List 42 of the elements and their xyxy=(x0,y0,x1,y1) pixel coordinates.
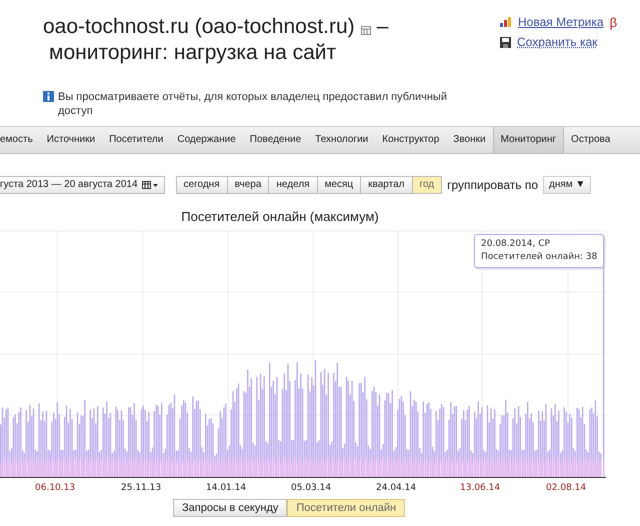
period-button[interactable]: месяц xyxy=(318,176,362,194)
axis-label: 13.06.14 xyxy=(460,483,500,493)
chart-title: Посетителей онлайн (максимум) xyxy=(180,209,380,225)
counter-icon xyxy=(360,26,371,34)
axis-label: 06.10.13 xyxy=(35,483,76,493)
nav-tab[interactable]: Мониторинг xyxy=(492,127,564,153)
header-link[interactable]: Сохранить как xyxy=(517,35,598,49)
nav-tab[interactable]: Звонки xyxy=(446,127,493,153)
period-button[interactable]: вчера xyxy=(228,176,270,194)
calendar-icon xyxy=(142,181,158,189)
metric-button[interactable]: Запросы в секунду xyxy=(173,499,288,517)
period-button[interactable]: неделя xyxy=(269,176,318,194)
nav-tab[interactable]: Технологии xyxy=(308,127,376,153)
nav-tab[interactable]: Острова xyxy=(564,127,618,153)
axis-label: 05.03.14 xyxy=(291,483,332,493)
period-button[interactable]: квартал xyxy=(361,176,413,194)
nav-tab[interactable]: емость xyxy=(0,127,40,153)
nav-tab[interactable]: Посетители xyxy=(102,127,170,153)
axis-label: 24.04.14 xyxy=(376,483,416,493)
group-by-dropdown[interactable]: дням ▼ xyxy=(543,176,592,194)
header-link[interactable]: Новая Метрика xyxy=(518,15,604,29)
axis-label: 25.11.13 xyxy=(121,483,162,493)
nav-tab[interactable]: Содержание xyxy=(170,127,243,153)
axis-label: 02.08.14 xyxy=(546,483,586,493)
group-by-label: группировать по xyxy=(447,178,538,192)
period-button[interactable]: сегодня xyxy=(176,176,228,194)
nav-tab[interactable]: Поведение xyxy=(242,127,308,153)
date-range-button[interactable]: густа 2013 — 20 августа 2014 xyxy=(0,176,165,194)
period-button[interactable]: год xyxy=(412,176,442,194)
axis-label: 14.01.14 xyxy=(206,483,246,493)
nav-tab[interactable]: Источники xyxy=(40,127,102,153)
site-title: oao-tochnost.ru (oao-tochnost.ru) xyxy=(43,14,355,40)
save-icon xyxy=(500,36,511,48)
info-icon xyxy=(43,91,54,102)
page-title: мониторинг: нагрузка на сайт xyxy=(48,40,338,66)
beta-label: β xyxy=(610,14,618,30)
notice-text: Вы просматриваете отчёты, для которых владелец предоставил публичный доступ xyxy=(58,90,448,118)
metric-button[interactable]: Посетители онлайн xyxy=(287,499,406,517)
nav-tab[interactable]: Конструктор xyxy=(375,127,446,153)
chart-tooltip: 20.08.2014, СР Посетителей онлайн: 38 xyxy=(474,234,604,268)
title-dash: – xyxy=(376,14,388,40)
bar-chart-icon xyxy=(500,17,512,27)
